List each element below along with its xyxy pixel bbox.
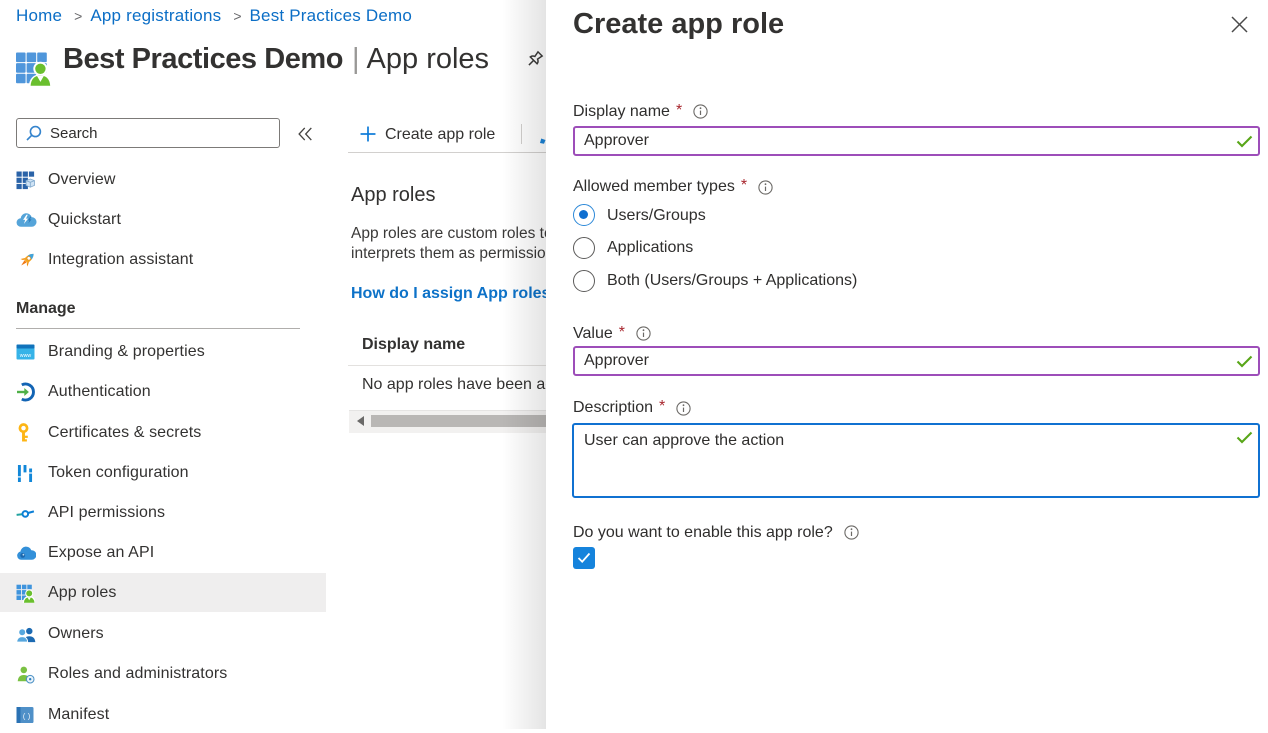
svg-text:www: www [20, 353, 32, 359]
svg-text:(): () [22, 714, 31, 722]
